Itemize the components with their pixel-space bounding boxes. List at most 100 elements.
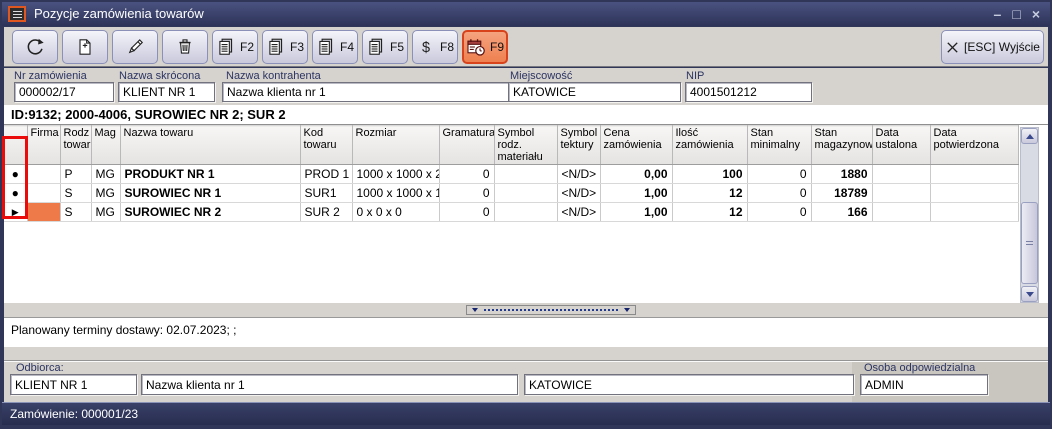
- titlebar: Pozycje zamówienia towarów – □ ×: [2, 2, 1050, 26]
- column-header-symbol_mat[interactable]: Symbol rodz. materiału: [494, 126, 557, 165]
- thumb-grip-icon: [1026, 241, 1033, 245]
- recipient-city-input[interactable]: [524, 374, 854, 395]
- column-header-symbol_tekt[interactable]: Symbol tektury: [557, 126, 600, 165]
- row-marker: ▶: [4, 203, 27, 222]
- window-title: Pozycje zamówienia towarów: [34, 2, 204, 26]
- dollar-icon: $: [416, 37, 436, 57]
- window-controls: – □ ×: [994, 2, 1040, 26]
- arrow-up-icon: [1026, 134, 1034, 139]
- cell-symbol_tekt: <N/D>: [557, 165, 600, 184]
- cell-rozmiar: 1000 x 1000 x 1: [352, 184, 439, 203]
- svg-text:$: $: [422, 40, 430, 56]
- button-label: F2: [240, 40, 254, 54]
- responsible-person-input[interactable]: [860, 374, 988, 395]
- column-header-rozmiar[interactable]: Rozmiar: [352, 126, 439, 165]
- column-header-kod[interactable]: Kod towaru: [300, 126, 352, 165]
- scroll-down-button[interactable]: [1021, 286, 1038, 302]
- contractor-name-label: Nazwa kontrahenta: [226, 70, 321, 82]
- cell-ilosc: 12: [672, 184, 747, 203]
- minimize-button[interactable]: –: [994, 7, 1002, 21]
- cell-mag: MG: [91, 165, 120, 184]
- column-header-gramatura[interactable]: Gramatura: [439, 126, 494, 165]
- cell-mag: MG: [91, 203, 120, 222]
- cell-firma: [27, 165, 60, 184]
- grid-splitter-toggle[interactable]: [466, 305, 636, 315]
- recipient-full-name-input[interactable]: [141, 374, 518, 395]
- button-label: F4: [340, 40, 354, 54]
- app-icon: [8, 6, 26, 22]
- recipient-panel: Odbiorca: Osoba odpowiedzialna: [4, 347, 1048, 402]
- document-icon: [216, 37, 236, 57]
- scrollbar-thumb[interactable]: [1021, 202, 1038, 284]
- cell-symbol_mat: [494, 184, 557, 203]
- cell-nazwa: SUROWIEC NR 1: [120, 184, 300, 203]
- cell-nazwa: PRODUKT NR 1: [120, 165, 300, 184]
- edit-item-button[interactable]: [112, 30, 158, 64]
- cell-symbol_mat: [494, 203, 557, 222]
- cell-symbol_tekt: <N/D>: [557, 203, 600, 222]
- column-header-firma[interactable]: Firma: [27, 126, 60, 165]
- f5-button[interactable]: F5: [362, 30, 408, 64]
- vertical-scrollbar[interactable]: [1020, 127, 1039, 303]
- column-header-cena[interactable]: Cena zamówienia: [600, 126, 672, 165]
- nip-label: NIP: [686, 70, 704, 82]
- f8-button[interactable]: $F8: [412, 30, 458, 64]
- splitter-dots: [484, 309, 618, 311]
- f3-button[interactable]: F3: [262, 30, 308, 64]
- refresh-button[interactable]: [12, 30, 58, 64]
- cell-ilosc: 12: [672, 203, 747, 222]
- column-header-mag[interactable]: Mag: [91, 126, 120, 165]
- cell-data_pot: [930, 184, 1018, 203]
- contractor-name-input[interactable]: [222, 82, 512, 102]
- order-items-window: Pozycje zamówienia towarów – □ × [ESC] W…: [0, 0, 1052, 429]
- short-name-input[interactable]: [118, 82, 215, 102]
- new-item-button[interactable]: [62, 30, 108, 64]
- recipient-short-name-input[interactable]: [10, 374, 137, 395]
- column-header-data_pot[interactable]: Data potwierdzona: [930, 126, 1018, 165]
- column-header-stan_min[interactable]: Stan minimalny: [747, 126, 811, 165]
- table-row[interactable]: ●PMGPRODUKT NR 1PROD 11000 x 1000 x 20<N…: [4, 165, 1018, 184]
- cell-stan_mag: 1880: [811, 165, 872, 184]
- cell-data_ust: [872, 165, 930, 184]
- f4-button[interactable]: F4: [312, 30, 358, 64]
- cell-cena: 1,00: [600, 184, 672, 203]
- column-header-rodz[interactable]: Rodz towaru: [60, 126, 91, 165]
- nip-input[interactable]: [685, 82, 812, 102]
- f2-button[interactable]: F2: [212, 30, 258, 64]
- delete-item-button[interactable]: [162, 30, 208, 64]
- cell-cena: 0,00: [600, 165, 672, 184]
- planned-delivery-note: Planowany terminy dostawy: 02.07.2023; ;: [4, 317, 1048, 347]
- column-header-nazwa[interactable]: Nazwa towaru: [120, 126, 300, 165]
- cell-gramatura: 0: [439, 184, 494, 203]
- city-input[interactable]: [508, 82, 681, 102]
- selected-item-id-line: ID:9132; 2000-4006, SUROWIEC NR 2; SUR 2: [4, 105, 1048, 125]
- esc-exit-button[interactable]: [ESC] Wyjście: [941, 30, 1044, 64]
- close-button[interactable]: ×: [1032, 7, 1040, 21]
- esc-exit-label: [ESC] Wyjście: [964, 40, 1040, 54]
- cell-ilosc: 100: [672, 165, 747, 184]
- trash-icon: [175, 37, 195, 57]
- order-number-label: Nr zamówienia: [14, 70, 87, 82]
- column-header-data_ust[interactable]: Data ustalona: [872, 126, 930, 165]
- table-row[interactable]: ▶SMGSUROWIEC NR 2SUR 20 x 0 x 00<N/D>1,0…: [4, 203, 1018, 222]
- cell-kod: SUR 2: [300, 203, 352, 222]
- refresh-icon: [25, 37, 45, 57]
- scroll-up-button[interactable]: [1021, 128, 1038, 144]
- collapse-right-icon: [624, 308, 630, 312]
- f9-button[interactable]: F9: [462, 30, 508, 64]
- cell-nazwa: SUROWIEC NR 2: [120, 203, 300, 222]
- cell-rodz: S: [60, 203, 91, 222]
- order-number-input[interactable]: [14, 82, 114, 102]
- column-header-marker[interactable]: [4, 126, 27, 165]
- column-header-ilosc[interactable]: Ilość zamówienia: [672, 126, 747, 165]
- column-header-stan_mag[interactable]: Stan magazynow: [811, 126, 872, 165]
- cell-symbol_mat: [494, 165, 557, 184]
- city-label: Miejscowość: [510, 70, 572, 82]
- calendar-clock-icon: [466, 37, 486, 57]
- cell-symbol_tekt: <N/D>: [557, 184, 600, 203]
- recipient-label: Odbiorca:: [16, 362, 64, 374]
- document-icon: [266, 37, 286, 57]
- cell-data_ust: [872, 184, 930, 203]
- table-row[interactable]: ●SMGSUROWIEC NR 1SUR11000 x 1000 x 10<N/…: [4, 184, 1018, 203]
- maximize-button[interactable]: □: [1012, 7, 1020, 21]
